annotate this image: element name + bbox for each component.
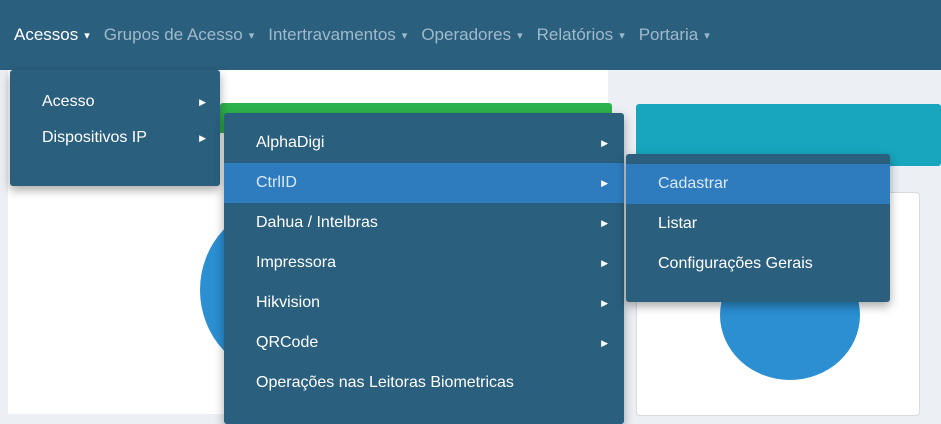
menu-item-label: Listar [658, 215, 698, 232]
menu-item-hikvision[interactable]: Hikvision ▶ [224, 283, 624, 323]
menu-item-alphadigi[interactable]: AlphaDigi ▶ [224, 123, 624, 163]
menu-item-label: Cadastrar [658, 175, 729, 192]
menu-item-ctrlid[interactable]: CtrlID ▶ [224, 163, 624, 203]
chevron-right-icon: ▶ [601, 337, 608, 348]
menu-item-label: QRCode [256, 334, 319, 351]
chevron-right-icon: ▶ [601, 177, 608, 188]
chevron-right-icon: ▶ [199, 96, 206, 107]
menu-item-label: AlphaDigi [256, 134, 325, 151]
menu-item-operacoes-leitoras[interactable]: Operações nas Leitoras Biometricas [224, 363, 624, 403]
caret-down-icon: ▾ [517, 29, 523, 42]
menu-item-dahua-intelbras[interactable]: Dahua / Intelbras ▶ [224, 203, 624, 243]
menu-item-label: Acesso [42, 93, 95, 110]
caret-down-icon: ▾ [619, 29, 625, 42]
menu-item-cadastrar[interactable]: Cadastrar [626, 164, 890, 204]
menu-item-label: Configurações Gerais [658, 255, 813, 272]
menu-item-configuracoes-gerais[interactable]: Configurações Gerais [626, 244, 890, 284]
menu-item-label: Hikvision [256, 294, 321, 311]
caret-down-icon: ▾ [704, 29, 710, 42]
ctrlid-submenu: Cadastrar Listar Configurações Gerais [626, 154, 890, 302]
chevron-right-icon: ▶ [601, 137, 608, 148]
menu-item-label: Operações nas Leitoras Biometricas [256, 374, 514, 391]
menu-item-acesso[interactable]: Acesso ▶ [10, 84, 220, 120]
nav-item-label: Operadores [421, 25, 512, 44]
caret-down-icon: ▾ [84, 29, 90, 42]
acessos-dropdown: Acesso ▶ Dispositivos IP ▶ [10, 70, 220, 186]
menu-item-impressora[interactable]: Impressora ▶ [224, 243, 624, 283]
nav-item-label: Relatórios [536, 25, 614, 44]
chevron-right-icon: ▶ [601, 217, 608, 228]
nav-item-intertravamentos[interactable]: Intertravamentos ▾ [268, 25, 407, 45]
caret-down-icon: ▾ [248, 29, 255, 42]
menu-item-listar[interactable]: Listar [626, 204, 890, 244]
caret-down-icon: ▾ [401, 29, 408, 42]
nav-item-operadores[interactable]: Operadores ▾ [421, 25, 522, 45]
chevron-right-icon: ▶ [199, 132, 206, 143]
menu-item-label: Dahua / Intelbras [256, 214, 378, 231]
menu-item-dispositivos-ip[interactable]: Dispositivos IP ▶ [10, 120, 220, 156]
nav-item-portaria[interactable]: Portaria ▾ [639, 25, 710, 45]
nav-item-label: Acessos [14, 25, 79, 44]
nav-item-label: Grupos de Acesso [103, 25, 243, 44]
chevron-right-icon: ▶ [601, 297, 608, 308]
dispositivos-ip-submenu: AlphaDigi ▶ CtrlID ▶ Dahua / Intelbras ▶… [224, 113, 624, 424]
nav-item-acessos[interactable]: Acessos ▾ [14, 25, 90, 45]
chevron-right-icon: ▶ [601, 257, 608, 268]
nav-item-label: Portaria [638, 25, 699, 44]
menu-item-qrcode[interactable]: QRCode ▶ [224, 323, 624, 363]
nav-item-grupos-de-acesso[interactable]: Grupos de Acesso ▾ [104, 25, 254, 45]
menu-item-label: Impressora [256, 254, 337, 271]
menu-item-label: CtrlID [256, 174, 297, 191]
nav-item-relatorios[interactable]: Relatórios ▾ [537, 25, 625, 45]
nav-item-label: Intertravamentos [268, 25, 396, 44]
menu-item-label: Dispositivos IP [42, 129, 147, 146]
top-navbar: Acessos ▾ Grupos de Acesso ▾ Intertravam… [0, 0, 941, 70]
